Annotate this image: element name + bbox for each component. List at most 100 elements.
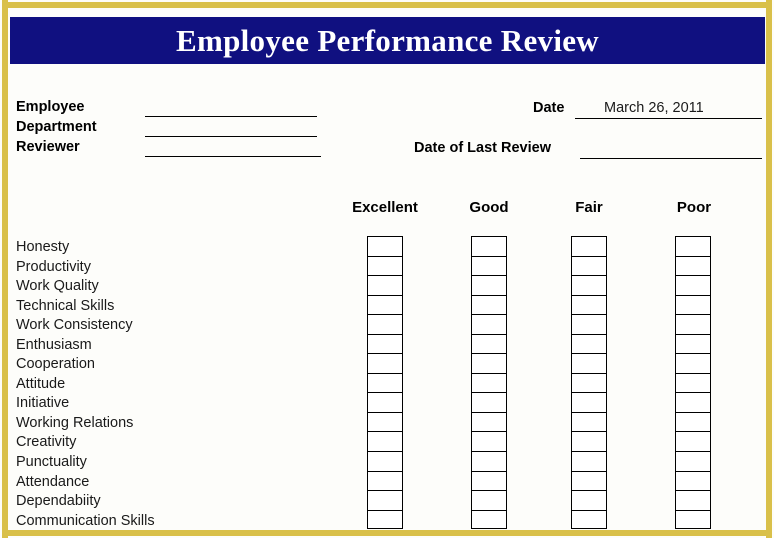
employee-input-rule[interactable] — [145, 116, 317, 117]
date-input-rule[interactable] — [575, 118, 762, 119]
rating-checkbox[interactable] — [471, 236, 507, 256]
rating-header-good: Good — [469, 199, 509, 216]
rating-checkbox[interactable] — [675, 431, 711, 452]
page-border-right — [766, 0, 772, 538]
criterion-label: Initiative — [16, 395, 70, 412]
criterion-label: Communication Skills — [16, 512, 155, 529]
rating-checkbox[interactable] — [571, 490, 607, 510]
criterion-label: Honesty — [16, 239, 70, 255]
criterion-label: Productivity — [16, 258, 91, 275]
rating-checkbox[interactable] — [675, 275, 711, 295]
rating-checkbox[interactable] — [571, 353, 607, 373]
rating-checkbox[interactable] — [571, 451, 607, 471]
rating-checkbox[interactable] — [571, 470, 607, 491]
rating-checkbox[interactable] — [675, 411, 711, 432]
rating-column-poor — [675, 236, 711, 530]
rating-checkbox[interactable] — [571, 333, 607, 354]
rating-checkbox[interactable] — [571, 411, 607, 432]
rating-checkbox[interactable] — [367, 333, 403, 354]
criterion-label: Cooperation — [16, 356, 95, 373]
rating-checkbox[interactable] — [471, 372, 507, 393]
reviewer-input-rule[interactable] — [145, 156, 321, 157]
rating-checkbox[interactable] — [675, 314, 711, 334]
rating-checkbox[interactable] — [367, 470, 403, 491]
page-border-top — [2, 2, 772, 8]
rating-checkbox[interactable] — [675, 255, 711, 276]
criterion-label: Attendance — [16, 473, 90, 490]
employee-label: Employee — [16, 99, 85, 115]
criterion-label: Enthusiasm — [16, 336, 92, 353]
performance-review-page: Employee Performance Review Employee Dep… — [0, 0, 774, 538]
rating-checkbox[interactable] — [367, 509, 403, 530]
criterion-label: Technical Skills — [16, 297, 115, 314]
rating-checkbox[interactable] — [367, 353, 403, 373]
rating-checkbox[interactable] — [571, 255, 607, 276]
rating-checkbox[interactable] — [571, 372, 607, 393]
rating-checkbox[interactable] — [471, 255, 507, 276]
department-input-rule[interactable] — [145, 136, 317, 137]
rating-checkbox[interactable] — [471, 451, 507, 471]
rating-checkbox[interactable] — [571, 275, 607, 295]
criterion-label: Attitude — [16, 375, 66, 392]
rating-checkbox[interactable] — [471, 490, 507, 510]
rating-checkbox[interactable] — [471, 294, 507, 315]
rating-checkbox[interactable] — [471, 411, 507, 432]
rating-checkbox[interactable] — [367, 294, 403, 315]
rating-checkbox[interactable] — [675, 470, 711, 491]
department-label: Department — [16, 119, 97, 135]
rating-checkbox[interactable] — [471, 333, 507, 354]
rating-checkbox[interactable] — [471, 470, 507, 491]
rating-checkbox[interactable] — [471, 431, 507, 452]
rating-column-good — [471, 236, 507, 530]
page-title: Employee Performance Review — [176, 22, 599, 58]
rating-checkbox[interactable] — [571, 431, 607, 452]
rating-column-fair — [571, 236, 607, 530]
rating-checkbox[interactable] — [471, 353, 507, 373]
rating-checkbox[interactable] — [675, 490, 711, 510]
last-review-input-rule[interactable] — [580, 158, 762, 159]
rating-checkbox[interactable] — [367, 411, 403, 432]
rating-checkbox[interactable] — [471, 392, 507, 412]
criterion-label: Creativity — [16, 434, 77, 451]
rating-checkbox[interactable] — [367, 490, 403, 510]
criteria-list: Honesty Productivity Work Quality Technical… — [16, 238, 336, 531]
rating-checkbox[interactable] — [675, 294, 711, 315]
rating-checkbox[interactable] — [675, 333, 711, 354]
rating-checkbox[interactable] — [571, 236, 607, 256]
criterion-label: Work Consistency — [16, 317, 133, 334]
rating-checkbox[interactable] — [675, 451, 711, 471]
title-banner: Employee Performance Review — [10, 17, 765, 64]
page-border-left — [2, 0, 8, 538]
rating-checkbox[interactable] — [367, 314, 403, 334]
criterion-label: Dependabiity — [16, 493, 101, 510]
rating-checkbox[interactable] — [675, 236, 711, 256]
date-label: Date — [533, 100, 565, 116]
criterion-label: Work Quality — [16, 278, 99, 295]
rating-checkbox[interactable] — [571, 294, 607, 315]
reviewer-label: Reviewer — [16, 139, 80, 155]
rating-checkbox[interactable] — [571, 509, 607, 530]
rating-checkbox[interactable] — [367, 236, 403, 256]
rating-checkbox[interactable] — [471, 275, 507, 295]
rating-checkbox[interactable] — [367, 372, 403, 393]
rating-checkbox[interactable] — [367, 451, 403, 471]
rating-checkbox[interactable] — [675, 353, 711, 373]
rating-checkbox[interactable] — [367, 431, 403, 452]
rating-checkbox[interactable] — [675, 392, 711, 412]
rating-checkbox[interactable] — [571, 314, 607, 334]
rating-header-poor: Poor — [676, 199, 712, 216]
rating-checkbox[interactable] — [571, 392, 607, 412]
date-value[interactable]: March 26, 2011 — [604, 100, 704, 116]
rating-header-excellent: Excellent — [352, 199, 418, 216]
rating-column-excellent — [367, 236, 403, 530]
rating-header-fair: Fair — [575, 199, 603, 216]
rating-checkbox[interactable] — [367, 275, 403, 295]
rating-checkbox[interactable] — [367, 255, 403, 276]
rating-checkbox[interactable] — [675, 372, 711, 393]
last-review-label: Date of Last Review — [414, 140, 551, 156]
rating-checkbox[interactable] — [471, 509, 507, 530]
rating-checkbox[interactable] — [367, 392, 403, 412]
rating-checkbox[interactable] — [675, 509, 711, 530]
rating-checkbox[interactable] — [471, 314, 507, 334]
criterion-label: Punctuality — [16, 454, 87, 471]
